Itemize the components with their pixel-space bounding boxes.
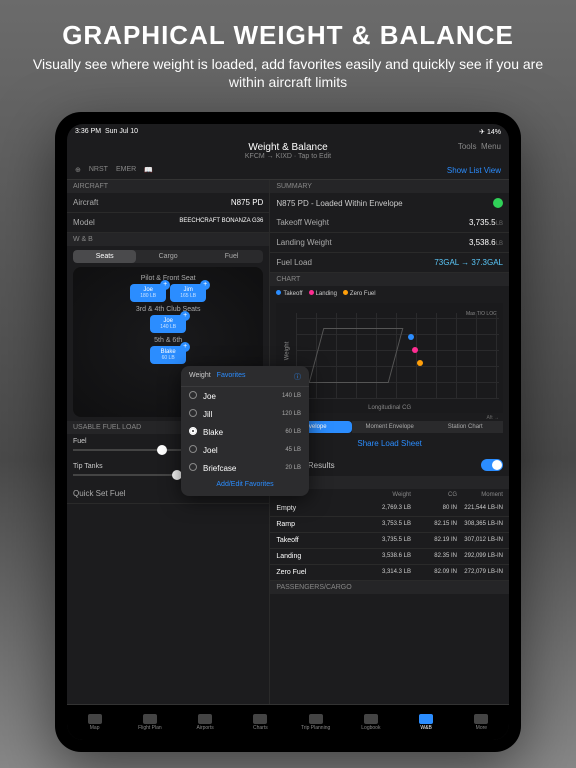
waypoint-button[interactable]: ⊕ (75, 166, 81, 175)
hero-subtitle: Visually see where weight is loaded, add… (30, 55, 546, 91)
favorite-option[interactable]: Joe140 LB (181, 387, 309, 405)
pax-section: PASSENGERS/CARGO (270, 581, 509, 594)
ipad-frame: 3:36 PM Sun Jul 10 ✈︎ 14% Weight & Balan… (55, 112, 521, 752)
tools-button[interactable]: Tools (458, 142, 477, 151)
zerofuel-point (417, 360, 423, 366)
tab-flight-plan[interactable]: Flight Plan (122, 705, 177, 740)
add-icon[interactable]: + (180, 311, 190, 321)
book-icon[interactable]: 📖 (144, 166, 153, 175)
phase-row: Ramp3,753.5 LB82.15 IN308,365 LB-IN (270, 517, 509, 533)
phase-row: Zero Fuel3,314.3 LB82.09 IN272,079 LB-IN (270, 565, 509, 581)
detailed-results-toggle[interactable] (481, 459, 503, 471)
tab-fuel[interactable]: Fuel (200, 250, 263, 263)
info-icon[interactable]: ⓘ (294, 372, 301, 382)
status-text: N875 PD - Loaded Within Envelope (276, 199, 402, 208)
page-title: Weight & Balance (67, 142, 509, 153)
popover-tab-favorites[interactable]: Favorites (217, 372, 246, 382)
tab-logbook[interactable]: Logbook (343, 705, 398, 740)
emer-button[interactable]: EMER (116, 166, 136, 175)
chart-legend: Takeoff Landing Zero Fuel (270, 286, 509, 301)
menu-button[interactable]: Menu (481, 142, 501, 151)
show-list-view-button[interactable]: Show List View (447, 166, 501, 175)
envelope-polygon (309, 328, 404, 383)
popover-tab-weight[interactable]: Weight (189, 372, 211, 382)
model-row: Model BEECHCRAFT BONANZA G36 (67, 213, 269, 233)
phase-row: Takeoff3,735.5 LB82.19 IN307,012 LB-IN (270, 533, 509, 549)
add-icon[interactable]: + (180, 342, 190, 352)
tab-seats[interactable]: Seats (73, 250, 136, 263)
tab-charts[interactable]: Charts (233, 705, 288, 740)
tab-map[interactable]: Map (67, 705, 122, 740)
tab-wb[interactable]: W&B (399, 705, 454, 740)
statusbar: 3:36 PM Sun Jul 10 ✈︎ 14% (67, 124, 509, 140)
chart-section: CHART (270, 273, 509, 286)
seat-front[interactable]: Jim165 LB+ (170, 284, 206, 302)
phase-row: Empty2,769.3 LB80 IN221,544 LB-IN (270, 501, 509, 517)
aircraft-section: AIRCRAFT (67, 180, 269, 193)
favorite-option[interactable]: Blake60 LB (181, 423, 309, 441)
wb-tabs[interactable]: Seats Cargo Fuel (73, 250, 263, 263)
seat-5[interactable]: Blake60 LB+ (150, 346, 186, 364)
tab-moment-envelope[interactable]: Moment Envelope (352, 421, 428, 433)
wb-section: W & B (67, 233, 269, 246)
takeoff-point (408, 334, 414, 340)
favorite-option[interactable]: Briefcase20 LB (181, 459, 309, 477)
seat-3[interactable]: Joe140 LB+ (150, 315, 186, 333)
route-subtitle[interactable]: KFCM → KIXD · Tap to Edit (67, 153, 509, 160)
phase-row: Landing3,538.6 LB82.35 IN292,099 LB-IN (270, 549, 509, 565)
seat-pilot[interactable]: Joe180 LB+ (130, 284, 166, 302)
tab-station-chart[interactable]: Station Chart (427, 421, 503, 433)
summary-section: SUMMARY (270, 180, 509, 193)
tab-more[interactable]: More (454, 705, 509, 740)
add-icon[interactable]: + (160, 280, 170, 290)
tab-airports[interactable]: Airports (178, 705, 233, 740)
add-edit-favorites-link[interactable]: Add/Edit Favorites (181, 477, 309, 492)
favorites-popover: Weight Favorites ⓘ Joe140 LB Jill120 LB Bl… (181, 366, 309, 496)
tab-trip-planning[interactable]: Trip Planning (288, 705, 343, 740)
favorite-option[interactable]: Jill120 LB (181, 405, 309, 423)
check-icon (493, 198, 503, 208)
favorite-option[interactable]: Joel45 LB (181, 441, 309, 459)
hero-title: GRAPHICAL WEIGHT & BALANCE (30, 20, 546, 51)
aircraft-row[interactable]: Aircraft N875 PD (67, 193, 269, 213)
nrst-button[interactable]: NRST (89, 166, 108, 175)
tab-cargo[interactable]: Cargo (136, 250, 199, 263)
add-icon[interactable]: + (200, 280, 210, 290)
wb-chart[interactable]: Max T/O LOG Weight Longitudinal CG (276, 303, 503, 413)
tabbar: Map Flight Plan Airports Charts Trip Pla… (67, 704, 509, 740)
